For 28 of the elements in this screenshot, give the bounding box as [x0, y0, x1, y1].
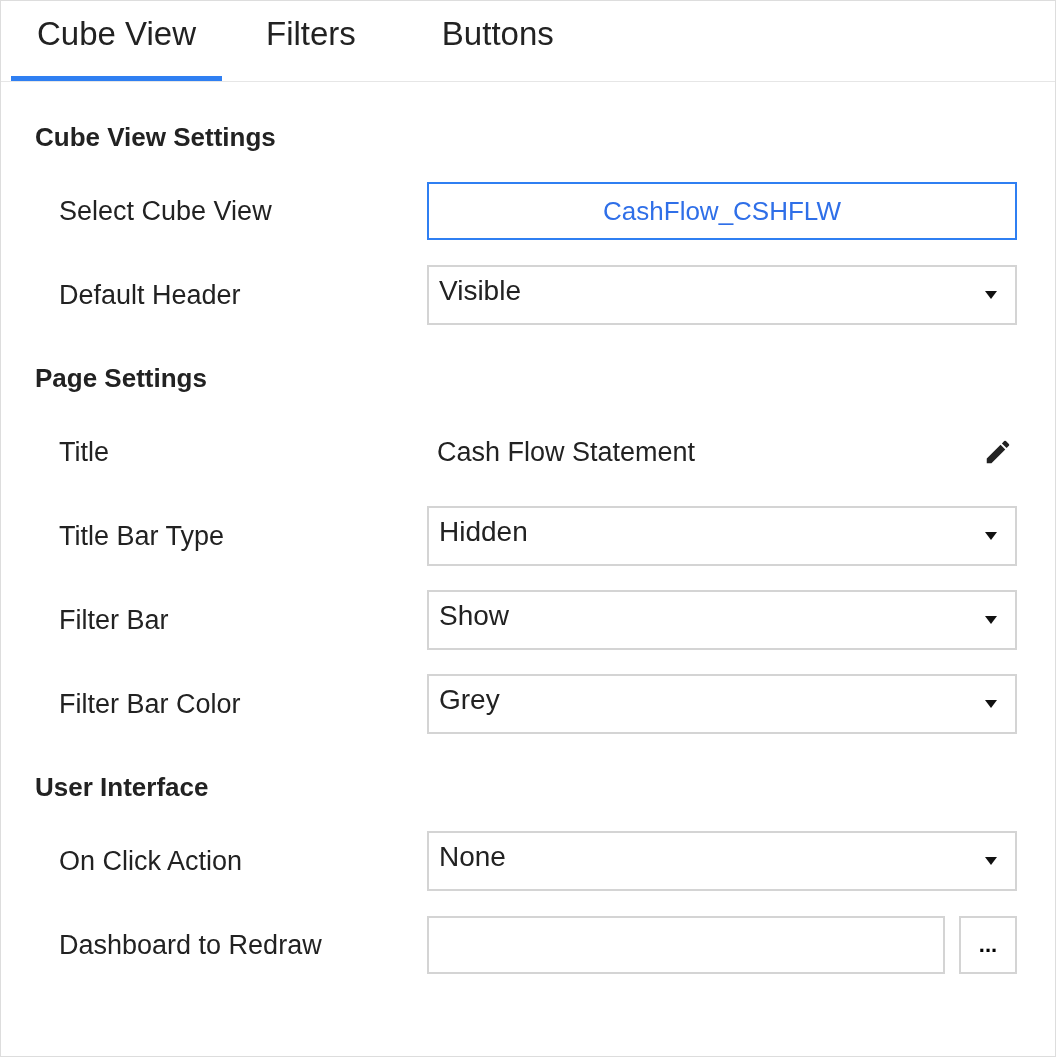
caret-icon [985, 616, 997, 624]
caret-icon [985, 532, 997, 540]
select-button[interactable]: CashFlow_CSHFLW [427, 182, 1017, 240]
dropdown[interactable]: Hidden [427, 506, 1017, 566]
dropdown[interactable]: Visible [427, 265, 1017, 325]
caret-icon [985, 291, 997, 299]
field-label: Title Bar Type [58, 520, 226, 552]
caret-icon [985, 857, 997, 865]
field-label: Dashboard to Redraw [58, 929, 323, 961]
dropdown[interactable]: Show [427, 590, 1017, 650]
section-heading: Cube View Settings [35, 122, 277, 153]
field-label: Default Header [58, 279, 242, 311]
field-label: Title [58, 436, 110, 468]
title-value: Cash Flow Statement [437, 436, 696, 468]
browse-button[interactable]: ... [959, 916, 1017, 974]
field-label: Filter Bar Color [58, 688, 242, 720]
dropdown[interactable]: Grey [427, 674, 1017, 734]
field-label: On Click Action [58, 845, 244, 877]
field-label: Select Cube View [58, 195, 273, 227]
field-label: Filter Bar [58, 604, 170, 636]
dropdown[interactable]: None [427, 831, 1017, 891]
caret-icon [985, 700, 997, 708]
tab[interactable]: Filters [222, 1, 416, 81]
section-heading: User Interface [35, 772, 210, 803]
tab[interactable]: Cube View [11, 1, 222, 81]
input-field[interactable] [427, 916, 945, 974]
tab[interactable]: Buttons [415, 1, 580, 81]
section-heading: Page Settings [35, 363, 208, 394]
